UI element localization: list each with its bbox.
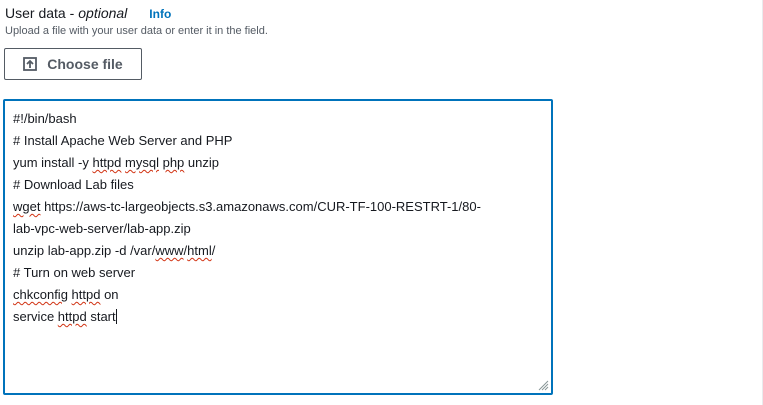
user-data-textarea[interactable]: #!/bin/bash # Install Apache Web Server a… [3,99,553,395]
spellcheck-word: httpd [92,155,122,170]
field-label-row: User data - optional Info [5,5,171,25]
choose-file-button[interactable]: Choose file [4,48,142,80]
code-line: yum install -y httpd mysql php unzip [13,152,481,174]
resize-handle-icon[interactable] [538,380,549,391]
code-text: service [13,309,58,324]
spellcheck-word: php [162,155,185,170]
code-line: lab-vpc-web-server/lab-app.zip [13,218,481,240]
code-line: service httpd start [13,306,481,328]
code-line: # Turn on web server [13,262,481,284]
code-text: lab-vpc-web-server/lab-app.zip [13,221,191,236]
code-text: / [211,243,216,258]
code-text: # Turn on web server [13,265,136,280]
code-line: chkconfig httpd on [13,284,481,306]
spellcheck-word: chkconfig [13,287,68,302]
user-data-content: #!/bin/bash # Install Apache Web Server a… [13,108,481,328]
code-text: #!/bin/bash [13,111,77,126]
code-text: yum install -y [13,155,93,170]
field-description: Upload a file with your user data or ent… [5,25,268,37]
code-line: # Download Lab files [13,174,481,196]
field-label: User data - [5,5,75,21]
code-text: https://aws-tc-largeobjects.s3.amazonaws… [40,199,481,214]
text-caret [115,309,117,324]
code-line: wget https://aws-tc-largeobjects.s3.amaz… [13,196,481,218]
upload-icon [23,57,38,71]
code-text: unzip [184,155,219,170]
spellcheck-word: httpd [57,309,87,324]
code-text: start [86,309,116,324]
code-text: unzip lab-app.zip -d /var/ [13,243,156,258]
spellcheck-word: wget [13,199,41,214]
code-line: #!/bin/bash [13,108,481,130]
code-line: unzip lab-app.zip -d /var/www/html/ [13,240,481,262]
code-text: # Download Lab files [13,177,134,192]
user-data-form-section: User data - optional Info Upload a file … [0,0,763,405]
spellcheck-word: mysql [125,155,159,170]
spellcheck-word: httpd [71,287,101,302]
code-text: # Install Apache Web Server and PHP [13,133,233,148]
code-text: on [100,287,119,302]
spellcheck-word: html [187,243,212,258]
info-link[interactable]: Info [149,7,171,21]
code-line: # Install Apache Web Server and PHP [13,130,481,152]
field-label-optional: optional [78,5,128,21]
choose-file-label: Choose file [47,56,123,72]
spellcheck-word: www [155,243,184,258]
